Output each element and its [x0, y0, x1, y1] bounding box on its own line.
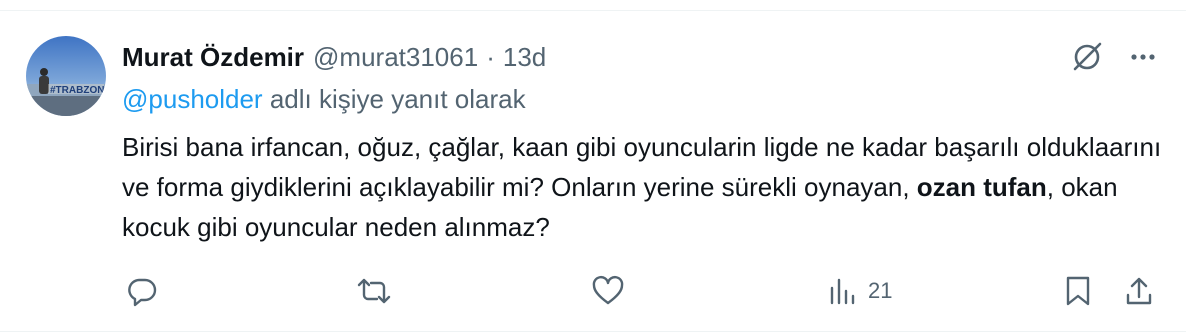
share-icon	[1126, 277, 1152, 305]
timestamp[interactable]: 13d	[503, 42, 546, 73]
tweet-text-bold: ozan tufan	[916, 172, 1047, 202]
author-handle[interactable]: @murat31061	[313, 42, 478, 73]
tweet[interactable]: #TRABZON Murat Özdemir @murat31061 · 13d…	[0, 0, 1186, 334]
divider-top	[0, 10, 1186, 11]
retweet-button[interactable]	[356, 271, 392, 311]
action-bar: 21	[0, 271, 1186, 311]
views-button[interactable]: 21	[828, 271, 892, 311]
avatar[interactable]: #TRABZON	[26, 36, 106, 116]
more-icon[interactable]	[1128, 42, 1158, 72]
author-name[interactable]: Murat Özdemir	[122, 42, 304, 73]
views-icon	[830, 278, 855, 305]
bookmark-icon	[1066, 276, 1090, 306]
reply-suffix: adlı kişiye yanıt olarak	[262, 84, 526, 114]
reply-icon	[128, 278, 157, 307]
separator-dot: ·	[486, 41, 495, 72]
tweet-text: Birisi bana irfancan, oğuz, çağlar, kaan…	[122, 127, 1162, 247]
tweet-header: Murat Özdemir @murat31061 · 13d	[122, 40, 546, 74]
header-actions	[1070, 40, 1158, 74]
avatar-image: #TRABZON	[26, 36, 106, 116]
avatar-sign-text: #TRABZON	[50, 85, 104, 96]
divider-bottom	[0, 331, 1186, 332]
bookmark-button[interactable]	[1064, 271, 1092, 311]
grok-icon[interactable]	[1070, 40, 1104, 74]
reply-mention-link[interactable]: @pusholder	[122, 84, 263, 114]
share-button[interactable]	[1124, 271, 1154, 311]
reply-button[interactable]	[126, 271, 158, 311]
views-count: 21	[868, 278, 893, 303]
retweet-icon	[357, 278, 391, 304]
replying-to: @pusholder adlı kişiye yanıt olarak	[122, 84, 526, 115]
like-icon	[592, 275, 624, 305]
like-button[interactable]	[591, 271, 625, 311]
